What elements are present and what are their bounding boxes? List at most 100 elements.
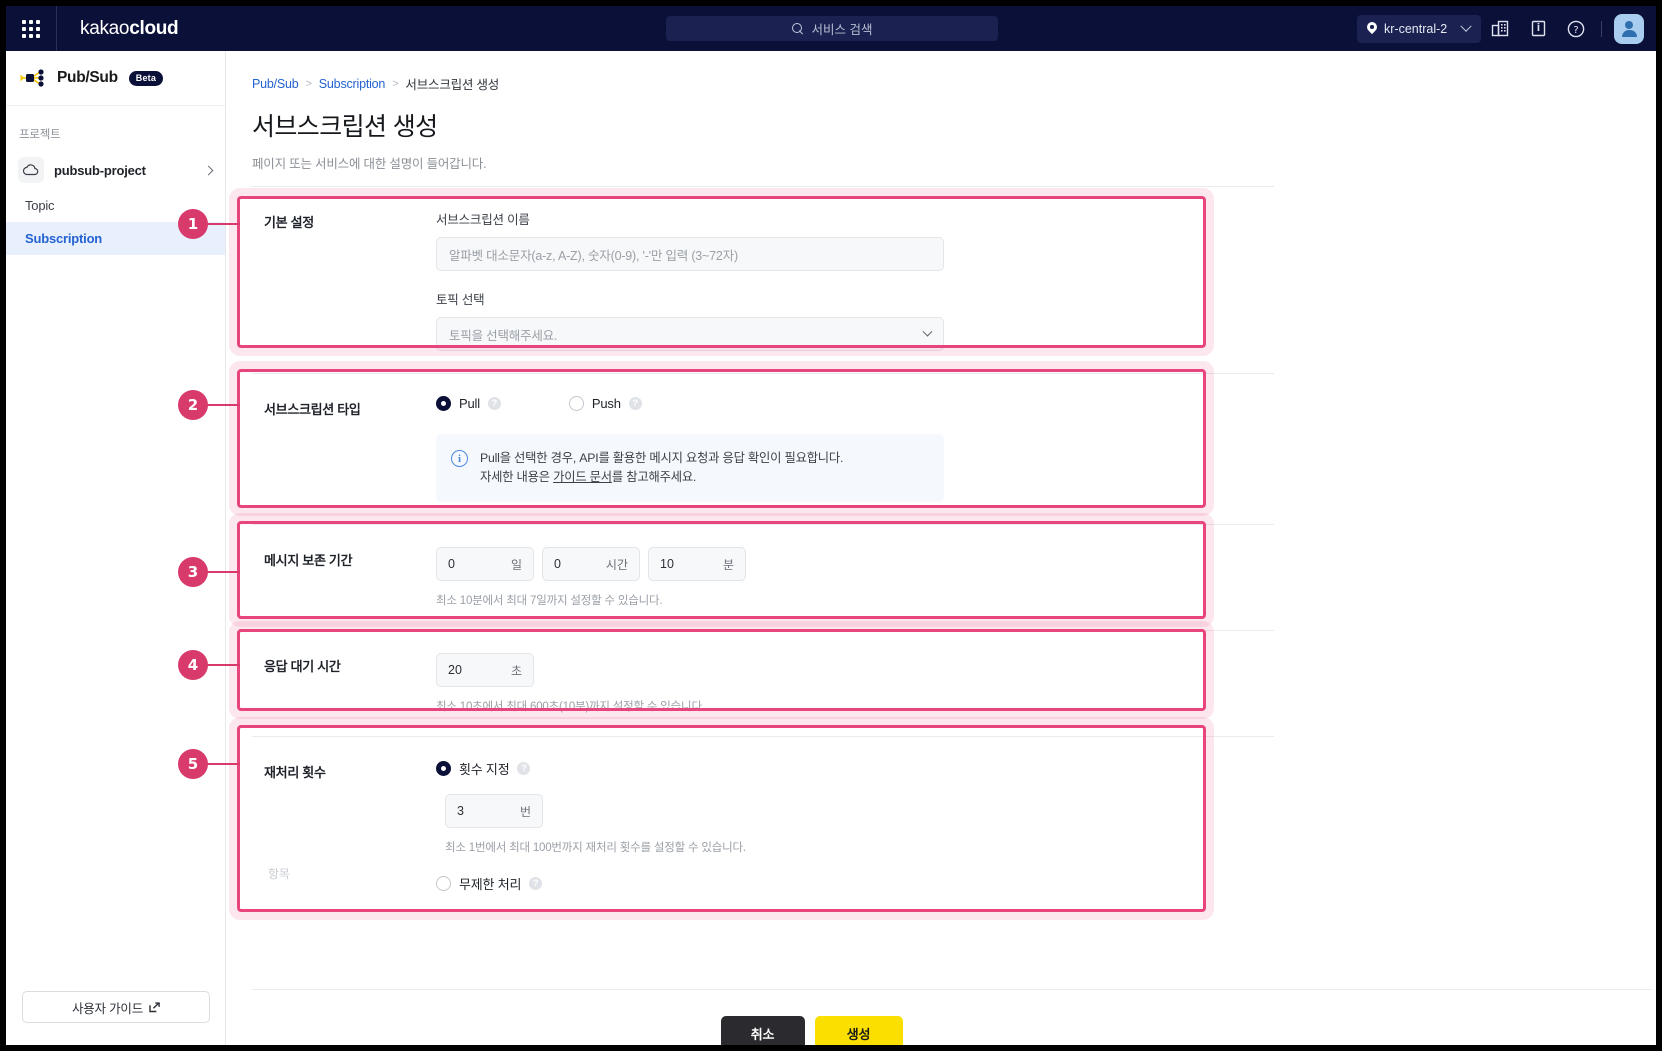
search-icon	[791, 22, 804, 35]
annotation-badge-3: 3	[178, 557, 208, 587]
retention-inputs: 0 일 0 시간 10 분	[436, 547, 1302, 582]
radio-indicator	[436, 396, 451, 411]
annotation-badge-2: 2	[178, 390, 208, 420]
breadcrumb-current: 서브스크립션 생성	[405, 78, 500, 92]
brand-light: kakao	[80, 17, 130, 39]
topic-select-label: 토픽 선택	[436, 293, 485, 307]
footer-divider	[252, 989, 1652, 990]
app-window: kakaocloud 서비스 검색 kr-central-2 ? Pub/Sub…	[6, 6, 1656, 1045]
retention-hint: 최소 10분에서 최대 7일까지 설정할 수 있습니다.	[436, 595, 663, 608]
chevron-down-icon	[1460, 20, 1472, 32]
section-label: 메시지 보존 기간	[264, 553, 353, 569]
subscription-name-label: 서브스크립션 이름	[436, 213, 530, 227]
radio-option-count-specified[interactable]: 횟수 지정 ?	[436, 759, 1302, 778]
retry-count-inputs: 3 번	[445, 794, 1302, 829]
radio-label: 횟수 지정	[459, 762, 510, 778]
sidebar-project-selector[interactable]: pubsub-project	[6, 151, 225, 189]
help-question-icon[interactable]: ?	[1557, 6, 1595, 51]
retention-days-input[interactable]: 0 일	[436, 547, 534, 582]
sidebar-footer: 사용자 가이드	[6, 991, 226, 1045]
radio-option-pull[interactable]: Pull ?	[436, 396, 501, 411]
sidebar-service-title: Pub/Sub	[57, 69, 118, 86]
page-description: 페이지 또는 서비스에 대한 설명이 들어갑니다.	[252, 157, 487, 171]
pubsub-logo-icon	[20, 69, 44, 87]
radio-indicator	[436, 876, 451, 892]
user-guide-label: 사용자 가이드	[71, 1001, 144, 1016]
sidebar-project-name: pubsub-project	[54, 162, 146, 178]
retention-hours-input[interactable]: 0 시간	[542, 547, 640, 582]
search-input[interactable]: 서비스 검색	[666, 16, 998, 41]
breadcrumb-link-subscription[interactable]: Subscription	[319, 77, 386, 91]
form-action-buttons: 취소 생성	[227, 1016, 1656, 1045]
guide-document-link[interactable]: 가이드 문서	[553, 470, 612, 484]
breadcrumb-separator: >	[392, 77, 399, 90]
user-avatar[interactable]	[1614, 13, 1644, 44]
retention-minutes-value: 10	[660, 557, 674, 572]
section-label: 재처리 횟수	[264, 765, 326, 781]
info-line-2-post: 를 참고해주세요.	[611, 470, 697, 485]
cloud-icon	[18, 157, 44, 183]
breadcrumb-link-pubsub[interactable]: Pub/Sub	[252, 77, 299, 91]
subscription-name-input[interactable]: 알파벳 대소문자(a-z, A-Z), 숫자(0-9), '-'만 입력 (3~…	[436, 237, 944, 271]
section-retry-count: 재처리 횟수 횟수 지정 ? 3 번 최소 1번에서 최대 100번까지 재처리…	[252, 737, 1302, 933]
region-selector[interactable]: kr-central-2	[1357, 14, 1481, 43]
sidebar-item-label: Subscription	[25, 231, 103, 246]
help-icon[interactable]: ?	[628, 397, 642, 410]
brand-logo[interactable]: kakaocloud	[57, 17, 179, 40]
help-icon[interactable]: ?	[529, 877, 543, 891]
create-button[interactable]: 생성	[814, 1016, 903, 1045]
annotation-badge-4: 4	[178, 650, 208, 680]
section-basic-settings: 기본 설정 서브스크립션 이름 알파벳 대소문자(a-z, A-Z), 숫자(0…	[252, 187, 1302, 373]
ack-seconds-value: 20	[448, 663, 462, 678]
retention-minutes-input[interactable]: 10 분	[648, 547, 746, 582]
docs-book-icon[interactable]	[1519, 6, 1557, 51]
page-title: 서브스크립션 생성	[252, 113, 438, 141]
brand-bold: cloud	[129, 17, 179, 39]
radio-label: Pull	[459, 396, 480, 411]
retry-count-input[interactable]: 3 번	[445, 794, 543, 829]
retry-count-value: 3	[457, 804, 464, 819]
user-guide-button[interactable]: 사용자 가이드	[22, 991, 210, 1023]
help-icon[interactable]: ?	[517, 762, 531, 776]
annotation-badge-5: 5	[178, 749, 208, 779]
section-label: 응답 대기 시간	[264, 659, 341, 675]
retry-count-unit: 번	[519, 804, 531, 819]
retention-hours-unit: 시간	[605, 557, 628, 572]
subscription-name-placeholder: 알파벳 대소문자(a-z, A-Z), 숫자(0-9), '-'만 입력 (3~…	[449, 248, 738, 263]
topbar-right-divider	[1601, 20, 1602, 37]
ack-inputs: 20 초	[436, 653, 1302, 688]
section-label: 서브스크립션 타입	[264, 402, 361, 417]
region-label: kr-central-2	[1384, 21, 1448, 36]
radio-option-unlimited[interactable]: 무제한 처리 ?	[436, 874, 1302, 893]
radio-indicator	[436, 761, 451, 777]
annotation-badge-1: 1	[178, 209, 208, 239]
ack-seconds-input[interactable]: 20 초	[436, 653, 534, 688]
sidebar-header: Pub/Sub Beta	[6, 51, 225, 106]
breadcrumb-separator: >	[305, 77, 312, 90]
sidebar: Pub/Sub Beta 프로젝트 pubsub-project Topic S…	[6, 51, 226, 1045]
main-content: Pub/Sub > Subscription > 서브스크립션 생성 서브스크립…	[227, 51, 1656, 1045]
cancel-button[interactable]: 취소	[720, 1016, 805, 1045]
radio-option-push[interactable]: Push ?	[568, 396, 642, 411]
ack-seconds-unit: 초	[510, 663, 522, 678]
section-message-retention: 메시지 보존 기간 0 일 0 시간 10 분 최소 10분에서 최대 7일까지…	[252, 525, 1302, 630]
info-line-1: Pull을 선택한 경우, API를 활용한 메시지 요청과 응답 확인이 필요…	[480, 451, 844, 465]
info-icon: i	[451, 450, 468, 467]
retention-days-unit: 일	[510, 557, 522, 572]
info-line-2-pre: 자세한 내용은	[480, 470, 554, 485]
top-navigation-bar: kakaocloud 서비스 검색 kr-central-2 ?	[6, 6, 1656, 51]
console-building-icon[interactable]	[1481, 6, 1519, 51]
pull-info-box: i Pull을 선택한 경우, API를 활용한 메시지 요청과 응답 확인이 …	[436, 434, 944, 503]
search-placeholder: 서비스 검색	[811, 23, 873, 37]
retention-hours-value: 0	[554, 557, 561, 572]
location-pin-icon	[1367, 22, 1377, 35]
topic-select-placeholder: 토픽을 선택해주세요.	[449, 328, 558, 343]
beta-badge: Beta	[128, 70, 164, 86]
subscription-create-form: 기본 설정 서브스크립션 이름 알파벳 대소문자(a-z, A-Z), 숫자(0…	[252, 186, 1302, 933]
external-link-icon	[149, 1001, 160, 1012]
section-ack-deadline: 응답 대기 시간 20 초 최소 10초에서 최대 600초(10분)까지 설정…	[252, 631, 1302, 736]
breadcrumb: Pub/Sub > Subscription > 서브스크립션 생성	[227, 51, 1656, 93]
topic-select[interactable]: 토픽을 선택해주세요.	[436, 317, 944, 351]
help-icon[interactable]: ?	[487, 397, 501, 410]
grid-apps-icon[interactable]	[6, 6, 56, 51]
